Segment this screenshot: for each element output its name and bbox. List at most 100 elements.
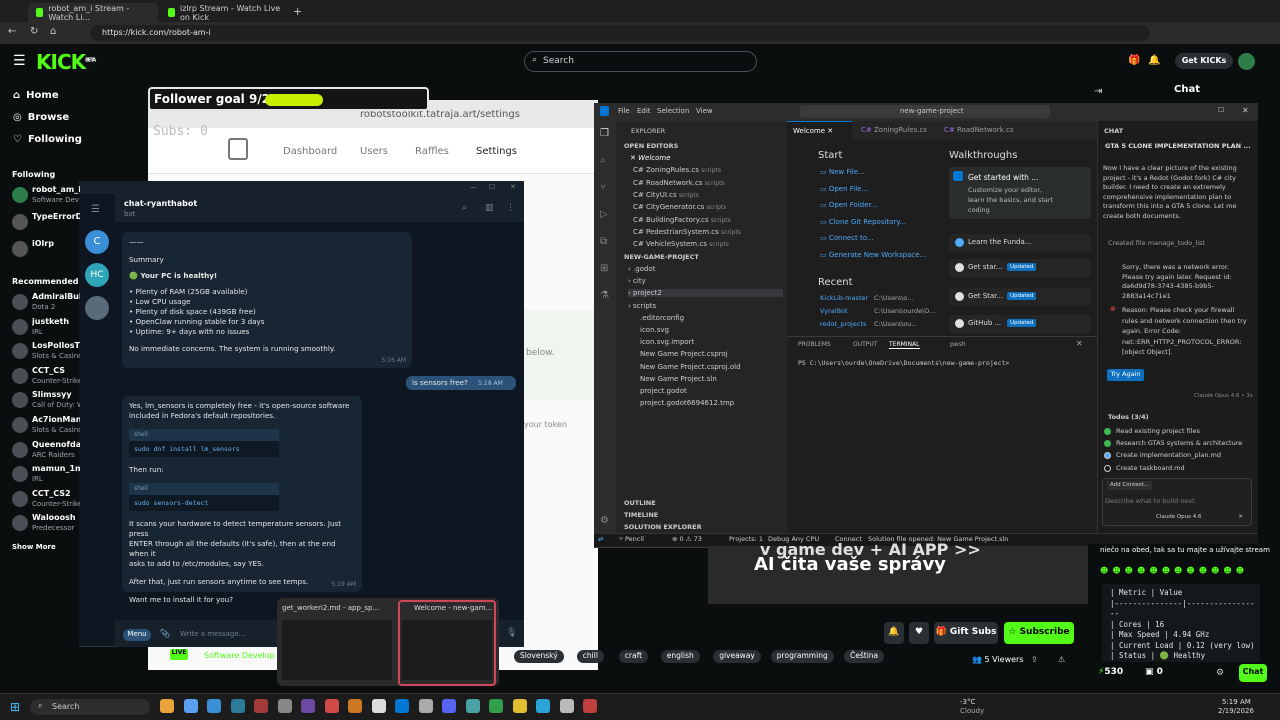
more-options-icon[interactable]: ⋮ <box>506 203 515 213</box>
taskbar-app-icon[interactable] <box>183 699 198 713</box>
taskbar-app-icon[interactable] <box>536 699 550 713</box>
close-panel-icon[interactable]: ✕ <box>1076 339 1083 348</box>
panel-tab-terminal[interactable]: TERMINAL <box>889 341 920 349</box>
window-maximize-icon[interactable]: ☐ <box>489 183 495 191</box>
taskbar-app-icon[interactable] <box>583 699 597 713</box>
start-link[interactable]: ▭ Open Folder... <box>820 201 877 209</box>
channel-name[interactable]: CCT_CS2 <box>32 489 80 498</box>
chat-session-title[interactable]: GTA 5 CLONE IMPLEMENTATION PLAN ... <box>1105 142 1251 151</box>
channel-avatar[interactable] <box>12 466 28 483</box>
hamburger-icon[interactable]: ☰ <box>91 204 100 215</box>
tree-file[interactable]: New Game Project.sln <box>640 375 717 383</box>
tree-file[interactable]: icon.svg <box>640 326 669 334</box>
testing-icon[interactable]: ⚗ <box>600 290 609 301</box>
thumbnail-title-vscode[interactable]: get_workeri2.md - app_sp... <box>282 604 379 612</box>
tree-file[interactable]: New Game Project.csproj.old <box>640 363 741 371</box>
message-input[interactable]: Write a message... <box>180 630 245 638</box>
start-link[interactable]: ▭ Connect to... <box>820 234 874 242</box>
chat-settings-icon[interactable]: ⚙ <box>1216 668 1224 678</box>
taskbar-app-icon[interactable] <box>371 699 386 713</box>
panel-tab-output[interactable]: OUTPUT <box>853 341 877 348</box>
chat-send-button[interactable]: Chat <box>1239 664 1267 682</box>
show-more-link[interactable]: Show More <box>12 543 56 551</box>
menu-view[interactable]: View <box>696 107 713 115</box>
taskbar-app-icon[interactable] <box>442 699 456 713</box>
channel-name[interactable]: CCT_CS <box>32 366 80 375</box>
taskbar-app-icon[interactable] <box>465 699 480 713</box>
user-avatar[interactable] <box>1238 53 1255 70</box>
start-link[interactable]: ▭ Clone Git Repository... <box>820 218 906 226</box>
clock-date[interactable]: 2/19/2026 <box>1218 707 1254 715</box>
tab-roadnetwork[interactable]: C# RoadNetwork.cs <box>938 121 1018 140</box>
taskbar-app-icon[interactable] <box>324 699 339 713</box>
channel-avatar[interactable] <box>12 318 28 335</box>
tree-file[interactable]: icon.svg.import <box>640 338 694 346</box>
open-editor-item[interactable]: C# RoadNetwork.cs scripts <box>633 179 725 187</box>
channel-name[interactable]: TypeErrorDe <box>32 212 80 221</box>
url-field[interactable]: https://kick.com/robot-am-i <box>90 25 1150 41</box>
tree-file[interactable]: .editorconfig <box>640 314 684 322</box>
start-link[interactable]: ▭ Open File... <box>820 185 868 193</box>
window-close-icon[interactable]: ✕ <box>1242 106 1249 115</box>
chat-avatar-c[interactable]: C <box>85 230 109 254</box>
channel-avatar[interactable] <box>12 392 28 409</box>
open-editor-item[interactable]: C# CityUI.cs scripts <box>633 191 699 199</box>
window-minimize-icon[interactable]: — <box>470 183 477 191</box>
tree-file[interactable]: project.godot6694612.tmp <box>640 399 734 407</box>
start-link[interactable]: ▭ New File... <box>820 168 865 176</box>
thumbnail-title-welcome[interactable]: Welcome - new-gam... <box>414 604 492 612</box>
channel-avatar[interactable] <box>12 441 28 458</box>
browser-tab-robot[interactable]: robot_am_i Stream - Watch Li... <box>28 3 158 22</box>
kicks-balance[interactable]: ⚡530 <box>1098 667 1123 677</box>
channel-name[interactable]: iOlrp <box>32 239 80 248</box>
channel-avatar[interactable] <box>12 187 28 203</box>
new-tab-icon[interactable]: + <box>293 5 302 18</box>
source-control-icon[interactable]: ⑂ <box>600 182 606 193</box>
kick-search-input[interactable]: ⌕ Search <box>524 51 757 72</box>
attach-icon[interactable]: 📎 <box>160 629 170 638</box>
channel-avatar[interactable] <box>12 294 28 310</box>
channel-name[interactable]: AdmiralBull <box>32 292 80 301</box>
send-icon[interactable]: ➤ <box>1238 512 1243 521</box>
tree-file[interactable]: New Game Project.csproj <box>640 350 728 358</box>
chat-title[interactable]: chat-ryanthabot <box>124 199 197 208</box>
taskbar-app-icon[interactable] <box>230 699 245 713</box>
terminal-prompt[interactable]: PS C:\Users\ourde\OneDrive\Documents\new… <box>798 359 1009 367</box>
stream-tag[interactable]: giveaway <box>713 650 761 663</box>
channel-avatar[interactable] <box>12 214 28 230</box>
outline-section[interactable]: OUTLINE <box>624 499 656 507</box>
window-close-icon[interactable]: ✕ <box>510 183 516 191</box>
gift-icon[interactable]: 🎁 <box>1128 55 1140 66</box>
tab-welcome[interactable]: Welcome ✕ <box>787 121 852 140</box>
gear-icon[interactable]: ⚙ <box>600 515 609 526</box>
chat-avatar-person[interactable] <box>85 296 109 320</box>
sub-balance[interactable]: ▣ 0 <box>1145 667 1163 677</box>
channel-name[interactable]: Slimssyy <box>32 390 80 399</box>
open-editor-item[interactable]: C# VehicleSystem.cs scripts <box>633 240 729 248</box>
branch-status[interactable]: ⑂ Pencil <box>619 535 644 543</box>
bot-menu-button[interactable]: Menu <box>123 629 151 641</box>
channel-name[interactable]: mamun_1m <box>32 464 80 473</box>
run-debug-icon[interactable]: ▷ <box>600 209 608 220</box>
home-icon[interactable]: ⌂ <box>50 26 56 37</box>
projects-status[interactable]: Projects: 1 <box>729 535 763 543</box>
stream-tag[interactable]: craft <box>618 650 649 663</box>
back-icon[interactable]: ← <box>8 26 16 37</box>
todos-title[interactable]: Todos (3/4) <box>1108 413 1149 422</box>
get-kicks-button[interactable]: Get KICKs <box>1175 53 1233 69</box>
tree-folder[interactable]: › scripts <box>628 302 656 310</box>
panel-tab-problems[interactable]: PROBLEMS <box>798 341 831 348</box>
recent-project-link[interactable]: redot_projects <box>820 320 866 328</box>
extensions-icon[interactable]: ⊞ <box>600 263 608 274</box>
taskbar-app-icon[interactable] <box>489 699 503 713</box>
stream-tag[interactable]: Čeština <box>844 650 885 663</box>
taskbar-app-icon[interactable] <box>254 699 268 713</box>
remote-status-icon[interactable]: ⇄ <box>598 535 603 543</box>
follow-heart-icon[interactable]: ♥ <box>909 622 929 644</box>
taskbar-app-icon[interactable] <box>301 699 315 713</box>
stream-tag[interactable]: english <box>660 650 700 663</box>
open-editors-header[interactable]: OPEN EDITORS <box>624 142 678 150</box>
browser-tab-izlrp[interactable]: izlrp Stream - Watch Live on Kick <box>160 3 290 22</box>
taskbar-app-icon[interactable] <box>395 699 409 713</box>
open-editor-item[interactable]: C# ZoningRules.cs scripts <box>633 166 721 174</box>
